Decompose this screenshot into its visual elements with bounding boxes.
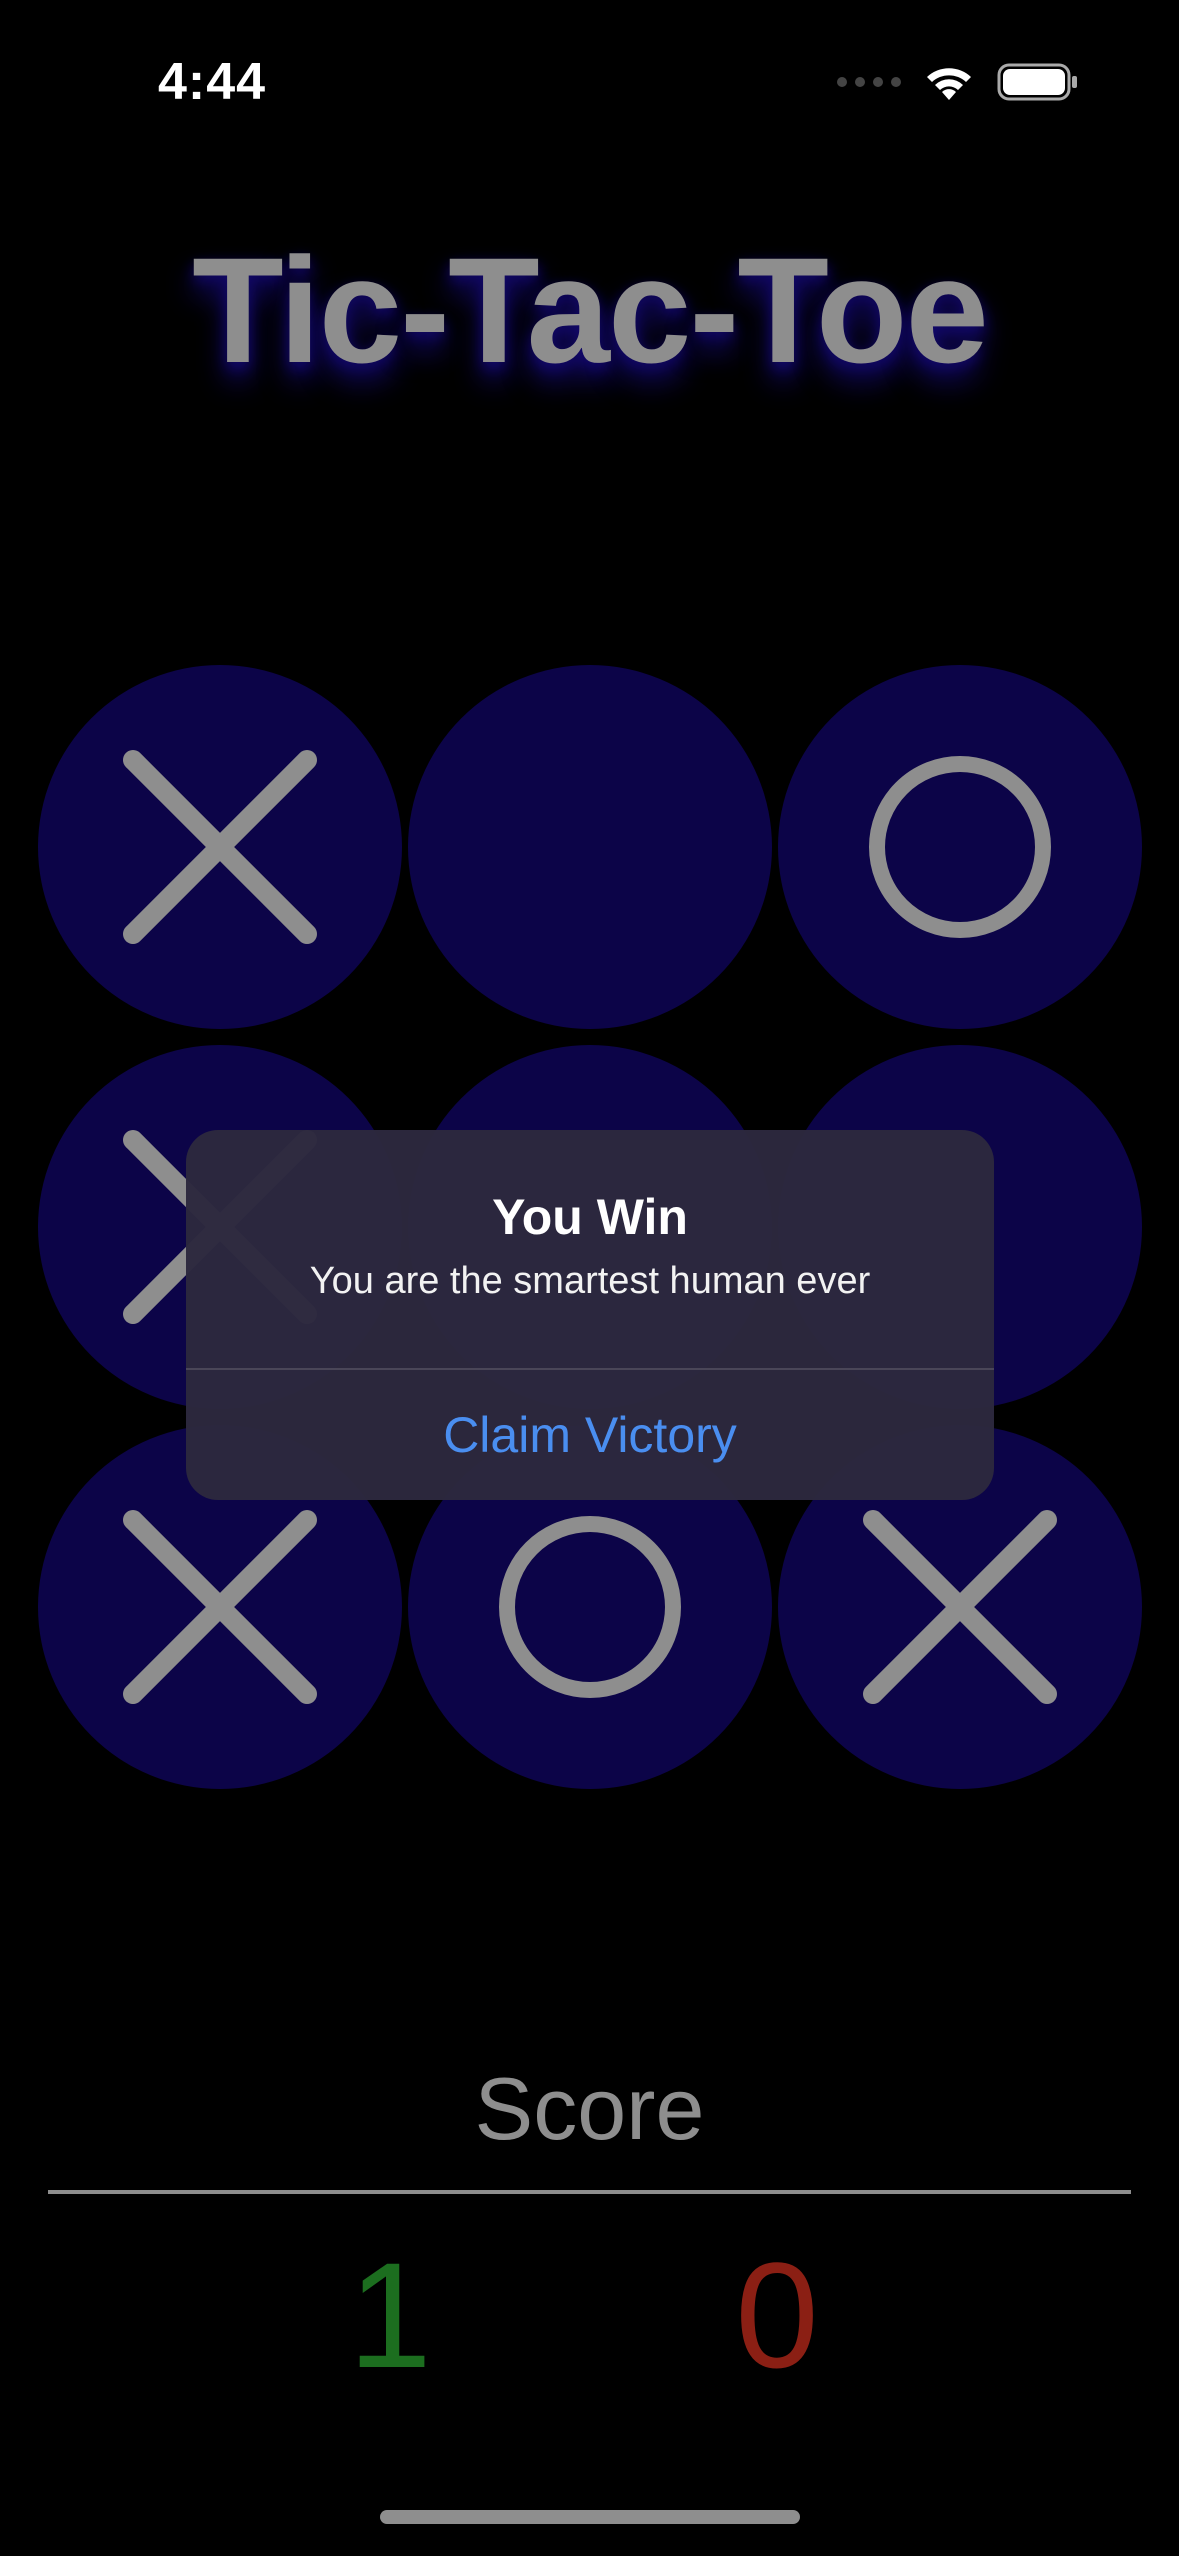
player-score: 1 — [348, 2231, 432, 2399]
alert-title: You Win — [492, 1189, 688, 1245]
o-mark-icon — [869, 756, 1051, 938]
claim-victory-button[interactable]: Claim Victory — [186, 1370, 994, 1500]
board-cell[interactable] — [38, 665, 402, 1029]
alert-message: You are the smartest human ever — [309, 1260, 871, 1302]
score-label: Score — [474, 2059, 705, 2158]
board-cell[interactable] — [778, 665, 1142, 1029]
win-alert: You Win You are the smartest human ever … — [186, 1130, 994, 1500]
home-indicator[interactable] — [380, 2510, 800, 2524]
status-time: 4:44 — [158, 53, 267, 111]
computer-score: 0 — [735, 2231, 819, 2399]
status-icons — [837, 62, 1079, 102]
app-title: Tic-Tac-Toe — [192, 226, 989, 394]
signal-icon — [837, 77, 901, 87]
score-divider — [48, 2190, 1131, 2194]
x-mark-icon — [123, 750, 317, 944]
battery-icon — [997, 63, 1077, 101]
wifi-icon — [927, 68, 971, 100]
board-cell[interactable] — [408, 665, 772, 1029]
